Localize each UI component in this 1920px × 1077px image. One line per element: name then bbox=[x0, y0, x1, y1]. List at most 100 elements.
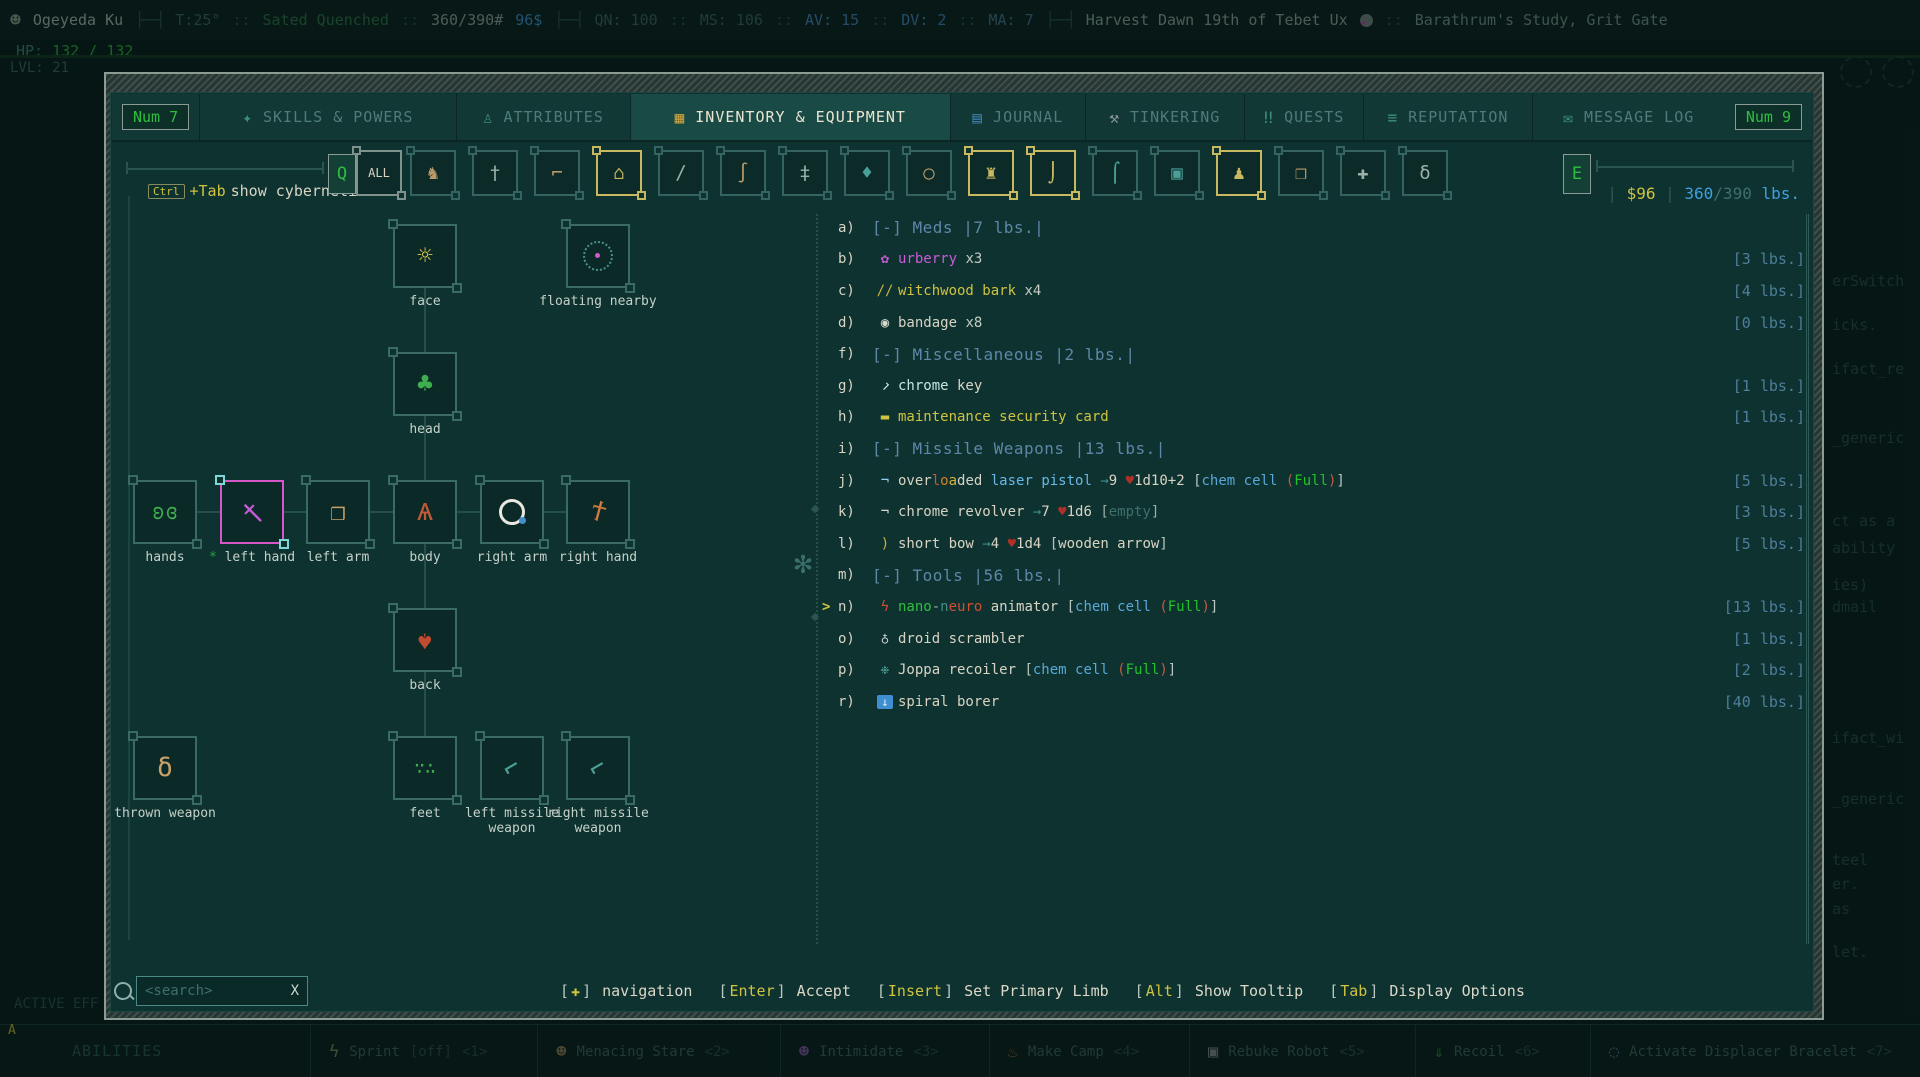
filter-wands[interactable]: ⌠ bbox=[1088, 146, 1142, 200]
filter-armor[interactable]: ❒ bbox=[1274, 146, 1328, 200]
slot-connector bbox=[544, 511, 566, 513]
filter-all[interactable]: ALL bbox=[352, 146, 406, 200]
hint-label: Set Primary Limb bbox=[955, 982, 1109, 1000]
tab-skills-powers[interactable]: ✦ SKILLS & POWERS bbox=[199, 94, 456, 140]
item-icon: ❉ bbox=[872, 662, 898, 678]
filter-ammo[interactable]: ‡ bbox=[778, 146, 832, 200]
item-name-part: Full bbox=[1294, 472, 1328, 489]
filter-bags[interactable]: ⌂ bbox=[592, 146, 646, 200]
tab-attributes[interactable]: ♙ ATTRIBUTES bbox=[455, 94, 630, 140]
filter-staves[interactable]: ∫ bbox=[716, 146, 770, 200]
item-icon: ♁ bbox=[872, 631, 898, 647]
hint-display-options: [Tab] Display Options bbox=[1329, 982, 1525, 1000]
hint-show-tooltip: [Alt] Show Tooltip bbox=[1135, 982, 1304, 1000]
slot-left-hand[interactable]: † bbox=[215, 475, 289, 549]
slot-connector bbox=[457, 511, 480, 513]
tab-label: QUESTS bbox=[1284, 108, 1345, 126]
inventory-row-g[interactable]: g) ⌐ chrome key [1 lbs.] bbox=[838, 370, 1805, 402]
item-name-part: ) bbox=[1327, 472, 1337, 489]
filter-figurines[interactable]: ♟ bbox=[1212, 146, 1266, 200]
filter-melee-weapons[interactable]: † bbox=[468, 146, 522, 200]
tab-message-log[interactable]: ✉ MESSAGE LOG bbox=[1531, 94, 1725, 140]
filter-trinkets[interactable]: ○ bbox=[902, 146, 956, 200]
item-name-part: chem cell bbox=[1201, 472, 1278, 489]
tab-inventory-equipment[interactable]: ▦ INVENTORY & EQUIPMENT bbox=[629, 94, 950, 140]
search-clear-button[interactable]: X bbox=[291, 983, 299, 999]
inventory-row-k[interactable]: k) ¬ chrome revolver → 7 ♥ 1d6 [empty] [3 lbs… bbox=[838, 496, 1805, 528]
item-name-part: → bbox=[973, 535, 991, 552]
inventory-row-l[interactable]: l)) short bow → 4 ♥ 1d4 [wooden arrow] [5 lb… bbox=[838, 528, 1805, 560]
filter-daggers[interactable]: ∕ bbox=[654, 146, 708, 200]
row-hotkey: n) bbox=[838, 598, 855, 615]
slot-feet[interactable]: ∵∴ bbox=[388, 731, 462, 805]
inventory-row-n[interactable]: > n) ϟ nano - n euro animator [chem cell (Full… bbox=[822, 591, 1805, 623]
filter-flasks[interactable]: δ bbox=[1398, 146, 1452, 200]
money-part: /390 bbox=[1713, 184, 1752, 203]
tab-journal[interactable]: ▤ JOURNAL bbox=[949, 94, 1086, 140]
inventory-row-h[interactable]: h) ▬ maintenance security card [1 lbs.] bbox=[838, 402, 1805, 434]
item-name-part: key bbox=[948, 377, 983, 394]
slot-face[interactable]: ☼ bbox=[388, 219, 462, 293]
row-hotkey: l) bbox=[838, 535, 855, 552]
filter-wands-icon: ⌠ bbox=[1109, 162, 1121, 184]
row-hotkey: i) bbox=[838, 440, 855, 457]
slot-thrown-weapon[interactable]: δ bbox=[128, 731, 202, 805]
money-weight-readout: | $96 | 360/390 lbs. bbox=[1530, 184, 1800, 203]
slot-head[interactable]: ♣ bbox=[388, 347, 462, 421]
slot-right-arm[interactable] bbox=[475, 475, 549, 549]
search-input[interactable]: <search> X bbox=[136, 976, 308, 1006]
slot-right-hand[interactable]: ϯ bbox=[561, 475, 635, 549]
slot-head-icon: ♣ bbox=[417, 369, 433, 399]
inventory-row-b[interactable]: b) ✿ urberry x3 [3 lbs.] bbox=[838, 244, 1805, 276]
filter-tonics[interactable]: ⌡ bbox=[1026, 146, 1080, 200]
inventory-row-d[interactable]: d) ◉ bandage x8 [0 lbs.] bbox=[838, 307, 1805, 339]
inventory-row-r[interactable]: r) ↓ spiral borer [40 lbs.] bbox=[838, 686, 1805, 718]
inventory-row-c[interactable]: c) //witchwood bark x4 [4 lbs.] bbox=[838, 275, 1805, 307]
key-hints: [✚] navigation[Enter] Accept[Insert] Set… bbox=[560, 976, 1525, 1006]
tab-bar: Num 7 ✦ SKILLS & POWERS ♙ ATTRIBUTES ▦ INVENTO… bbox=[112, 94, 1812, 142]
slot-label-floating-nearby: floating nearby bbox=[539, 294, 657, 309]
inventory-row-j[interactable]: j) ¬ over l o a ded laser pistol → 9 ♥ 1d10+2 [c… bbox=[838, 465, 1805, 497]
slot-right-missile-weapon[interactable]: ⌐ bbox=[561, 731, 635, 805]
slot-hands[interactable]: ʚɞ bbox=[128, 475, 202, 549]
filter-cudgels[interactable]: ⌐ bbox=[530, 146, 584, 200]
item-glyph: ϟ bbox=[880, 598, 890, 615]
filter-gems[interactable]: ♦ bbox=[840, 146, 894, 200]
inventory-row-i[interactable]: i) [-] Missile Weapons |13 lbs.| bbox=[838, 433, 1805, 465]
slot-left-missile-weapon[interactable]: ⌐ bbox=[475, 731, 549, 805]
filter-tools[interactable]: ✚ bbox=[1336, 146, 1390, 200]
tab-quests[interactable]: ‼ QUESTS bbox=[1243, 94, 1364, 140]
inventory-row-o[interactable]: o) ♁ droid scrambler [1 lbs.] bbox=[838, 623, 1805, 655]
item-name-part: ] bbox=[1167, 662, 1177, 679]
hint-key: Insert bbox=[887, 982, 943, 1000]
inventory-row-m[interactable]: m) [-] Tools |56 lbs.| bbox=[838, 560, 1805, 592]
tab-reputation[interactable]: ≡ REPUTATION bbox=[1363, 94, 1532, 140]
filter-prev-key[interactable]: Q bbox=[328, 154, 356, 194]
slot-floating-nearby[interactable] bbox=[561, 219, 635, 293]
tab-tinkering[interactable]: ⚒ TINKERING bbox=[1085, 94, 1243, 140]
slot-left-arm[interactable]: ❒ bbox=[301, 475, 375, 549]
filter-corpses[interactable]: ♞ bbox=[406, 146, 460, 200]
inventory-row-f[interactable]: f) [-] Miscellaneous |2 lbs.| bbox=[838, 338, 1805, 370]
list-scrollbar[interactable] bbox=[1806, 214, 1809, 944]
inventory-row-p[interactable]: p) ❉ Joppa recoiler [chem cell (Full)] [2 l… bbox=[838, 654, 1805, 686]
slot-back[interactable]: ♠ bbox=[388, 603, 462, 677]
item-weight: [2 lbs.] bbox=[1732, 661, 1805, 680]
bracket: ] bbox=[1369, 982, 1379, 1000]
item-weight: [0 lbs.] bbox=[1732, 313, 1805, 332]
inventory-list: a) [-] Meds |7 lbs.| b) ✿ urberry x3 [3 lbs.]… bbox=[822, 212, 1805, 718]
inventory-row-a[interactable]: a) [-] Meds |7 lbs.| bbox=[838, 212, 1805, 244]
filter-robotics[interactable]: ▣ bbox=[1150, 146, 1204, 200]
slot-body[interactable]: Ѧ bbox=[388, 475, 462, 549]
ctrl-key-badge: Ctrl bbox=[148, 183, 185, 199]
panel-divider bbox=[816, 214, 818, 944]
filter-furniture[interactable]: ♜ bbox=[964, 146, 1018, 200]
slot-left-arm-icon: ❒ bbox=[330, 498, 346, 526]
row-hotkey: h) bbox=[838, 409, 855, 426]
bracket: [ bbox=[560, 982, 570, 1000]
item-name-part: urberry bbox=[898, 251, 958, 268]
item-name-part: empty bbox=[1108, 504, 1151, 521]
item-glyph: ↓ bbox=[877, 694, 893, 709]
money-part: | bbox=[1655, 184, 1685, 203]
tab-label: REPUTATION bbox=[1408, 108, 1509, 126]
